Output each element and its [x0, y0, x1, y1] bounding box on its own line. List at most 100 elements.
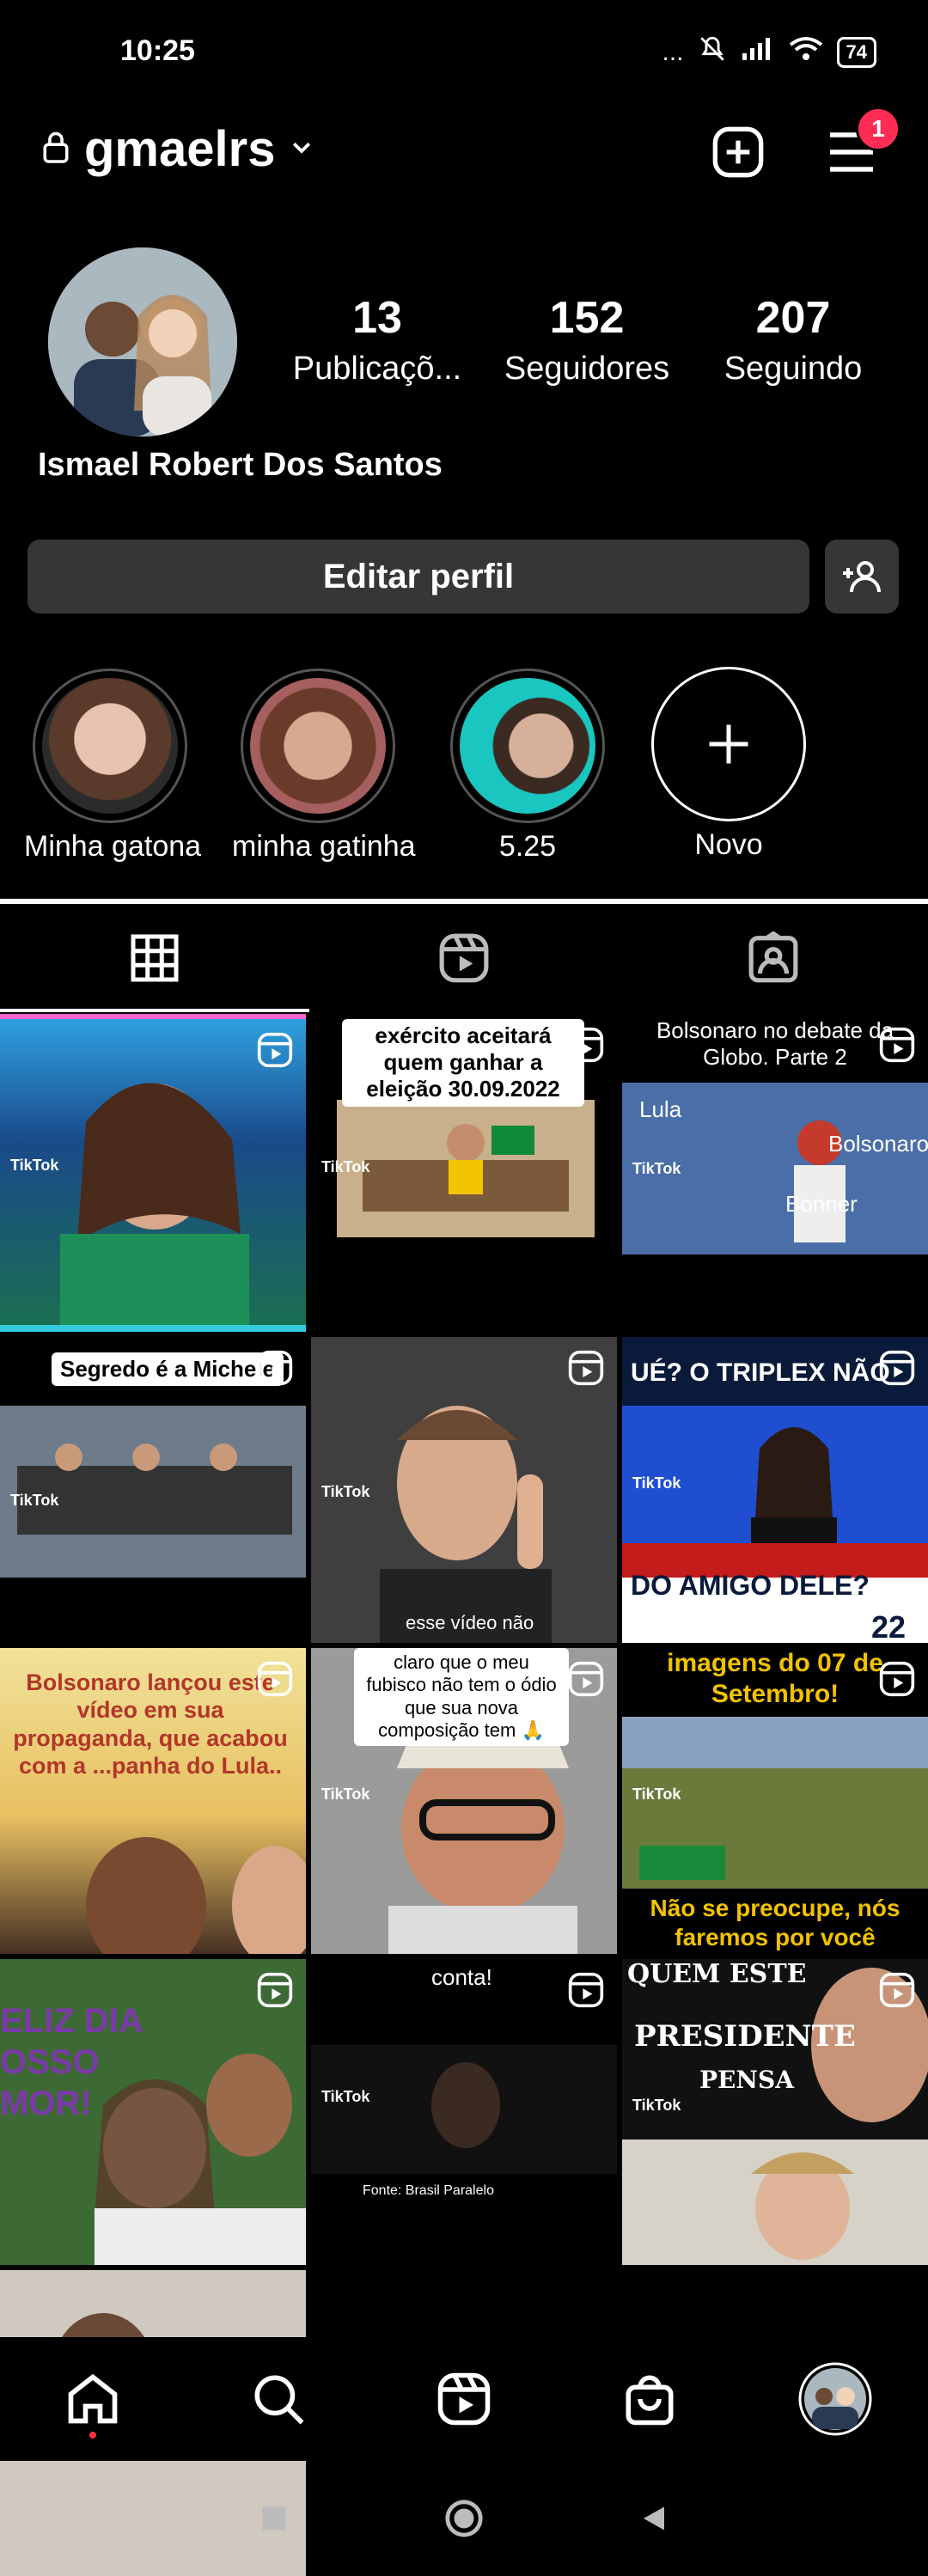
reels-icon: [879, 1350, 915, 1386]
signal-icon: [741, 36, 775, 69]
tab-grid[interactable]: [0, 904, 309, 1012]
post-caption: UÉ? O TRIPLEX NÃO: [631, 1358, 890, 1387]
more-dots-icon: ...: [662, 38, 684, 66]
stat-followers[interactable]: 152 Seguidores: [497, 292, 677, 388]
highlight-label: 5.25: [498, 830, 557, 863]
account-switcher[interactable]: gmaelrs: [41, 120, 314, 178]
post-caption: PRESIDENTE: [634, 2019, 856, 2054]
home-system-button[interactable]: [444, 2499, 484, 2542]
stat-posts[interactable]: 13 Publicaçõ...: [287, 292, 467, 388]
square-icon: [262, 2506, 286, 2530]
post-caption: Bolsonaro lançou este vídeo em sua propa…: [13, 1670, 288, 1779]
wifi-icon: [789, 36, 823, 69]
post-thumbnail[interactable]: conta! Fonte: Brasil Paralelo TikTok: [311, 1959, 617, 2265]
home-icon: [68, 2373, 118, 2424]
highlight-new[interactable]: Novo: [643, 667, 815, 862]
battery-indicator: 74: [836, 37, 876, 68]
chevron-down-icon: [289, 134, 314, 164]
reels-icon: [257, 1972, 293, 2008]
post-thumbnail[interactable]: Bolsonaro no debate da Globo. Parte 2 Lu…: [622, 1014, 928, 1320]
tiktok-watermark: TikTok: [321, 1158, 370, 1175]
nav-reels[interactable]: [421, 2356, 507, 2442]
reels-icon: [257, 1661, 293, 1697]
discover-people-button[interactable]: [825, 540, 899, 613]
tiktok-watermark: TikTok: [632, 2097, 681, 2114]
notification-badge: 1: [856, 107, 901, 151]
post-caption: ELIZ DIA OSSO MOR!: [0, 2002, 143, 2122]
highlight-label: Minha gatona: [24, 830, 202, 863]
status-icons: ... 74: [662, 34, 876, 70]
post-caption: Fonte: Brasil Paralelo: [363, 2183, 494, 2198]
reels-icon: [568, 1972, 604, 2008]
reels-icon: [568, 1027, 604, 1063]
nav-home[interactable]: [50, 2356, 136, 2442]
nav-indicator-dot: [89, 2432, 96, 2439]
reels-icon: [257, 1032, 293, 1068]
post-thumbnail[interactable]: TikTok: [0, 1014, 306, 1332]
menu-button[interactable]: 1: [821, 107, 901, 182]
stat-following[interactable]: 207 Seguindo: [703, 292, 883, 388]
nav-search[interactable]: [235, 2356, 321, 2442]
post-thumbnail[interactable]: QUEM ESTE PRESIDENTE PENSA TikTok: [622, 1959, 928, 2265]
highlight-1[interactable]: Minha gatona: [24, 668, 202, 864]
reels-icon: [879, 1661, 915, 1697]
plus-square-icon: [712, 126, 764, 178]
post-caption: claro que o meu fubisco não tem o ódio q…: [354, 1648, 569, 1746]
back-button[interactable]: [638, 2503, 669, 2538]
profile-avatar[interactable]: [48, 247, 237, 436]
tiktok-watermark: TikTok: [321, 1483, 370, 1500]
post-thumbnail[interactable]: ELIZ DIA OSSO MOR!: [0, 1959, 306, 2265]
post-thumbnail[interactable]: imagens do 07 de Setembro! Não se preocu…: [622, 1648, 928, 1954]
post-caption: esse vídeo não: [406, 1612, 534, 1633]
create-post-button[interactable]: [708, 122, 768, 182]
following-label: Seguindo: [723, 351, 863, 387]
post-thumbnail[interactable]: Bolsonaro lançou este vídeo em sua propa…: [0, 1648, 306, 1954]
post-caption-label: Lula: [639, 1096, 682, 1122]
highlight-3[interactable]: 5.25: [442, 668, 614, 864]
lock-icon: [41, 130, 70, 168]
tiktok-watermark: TikTok: [632, 1160, 681, 1177]
following-count: 207: [755, 293, 831, 343]
post-thumbnail[interactable]: exército aceitará quem ganhar a eleição …: [311, 1014, 617, 1320]
post-caption-label: Bonner: [785, 1191, 858, 1217]
bottom-navigation: [0, 2337, 928, 2461]
highlight-2[interactable]: minha gatinha: [232, 668, 416, 864]
username: gmaelrs: [84, 121, 276, 177]
posts-count: 13: [352, 293, 402, 343]
tiktok-watermark: TikTok: [10, 1157, 59, 1174]
avatar-photo: [48, 247, 237, 436]
mute-icon: [698, 34, 727, 70]
post-thumbnail[interactable]: Segredo é a Michele TikTok: [0, 1337, 306, 1643]
tab-reels[interactable]: [309, 904, 619, 1012]
edit-profile-button[interactable]: Editar perfil: [27, 540, 809, 613]
followers-label: Seguidores: [504, 351, 670, 387]
tiktok-watermark: TikTok: [10, 1492, 59, 1509]
post-thumbnail[interactable]: claro que o meu fubisco não tem o ódio q…: [311, 1648, 617, 1954]
highlight-label: Novo: [694, 828, 763, 861]
tiktok-watermark: TikTok: [632, 1474, 681, 1492]
highlight-cover: [450, 668, 605, 823]
profile-tabs: [0, 899, 928, 1012]
tab-tagged[interactable]: [619, 904, 928, 1012]
nav-shop[interactable]: [607, 2356, 693, 2442]
recents-button[interactable]: [259, 2503, 290, 2538]
reels-icon: [437, 2372, 491, 2426]
triangle-back-icon: [644, 2506, 664, 2530]
post-caption: Não se preocupe, nós faremos por você: [650, 1895, 901, 1950]
highlight-label: minha gatinha: [232, 830, 416, 863]
reels-icon: [879, 1027, 915, 1063]
highlight-cover: [33, 668, 187, 823]
posts-label: Publicaçõ...: [292, 351, 462, 387]
nav-profile[interactable]: [792, 2356, 878, 2442]
add-person-icon: [843, 561, 881, 593]
reels-icon: [439, 933, 489, 983]
post-thumbnail[interactable]: UÉ? O TRIPLEX NÃO DO AMIGO DELE? 22 TikT…: [622, 1337, 928, 1643]
post-thumbnail[interactable]: esse vídeo não TikTok: [311, 1337, 617, 1643]
profile-avatar-icon: [798, 2362, 872, 2436]
circle-icon: [445, 2499, 483, 2537]
system-navigation: [0, 2475, 928, 2566]
highlight-cover: [241, 668, 395, 823]
post-caption: conta!: [431, 1964, 492, 1990]
full-name: Ismael Robert Dos Santos: [38, 447, 443, 483]
reels-icon: [568, 1350, 604, 1386]
